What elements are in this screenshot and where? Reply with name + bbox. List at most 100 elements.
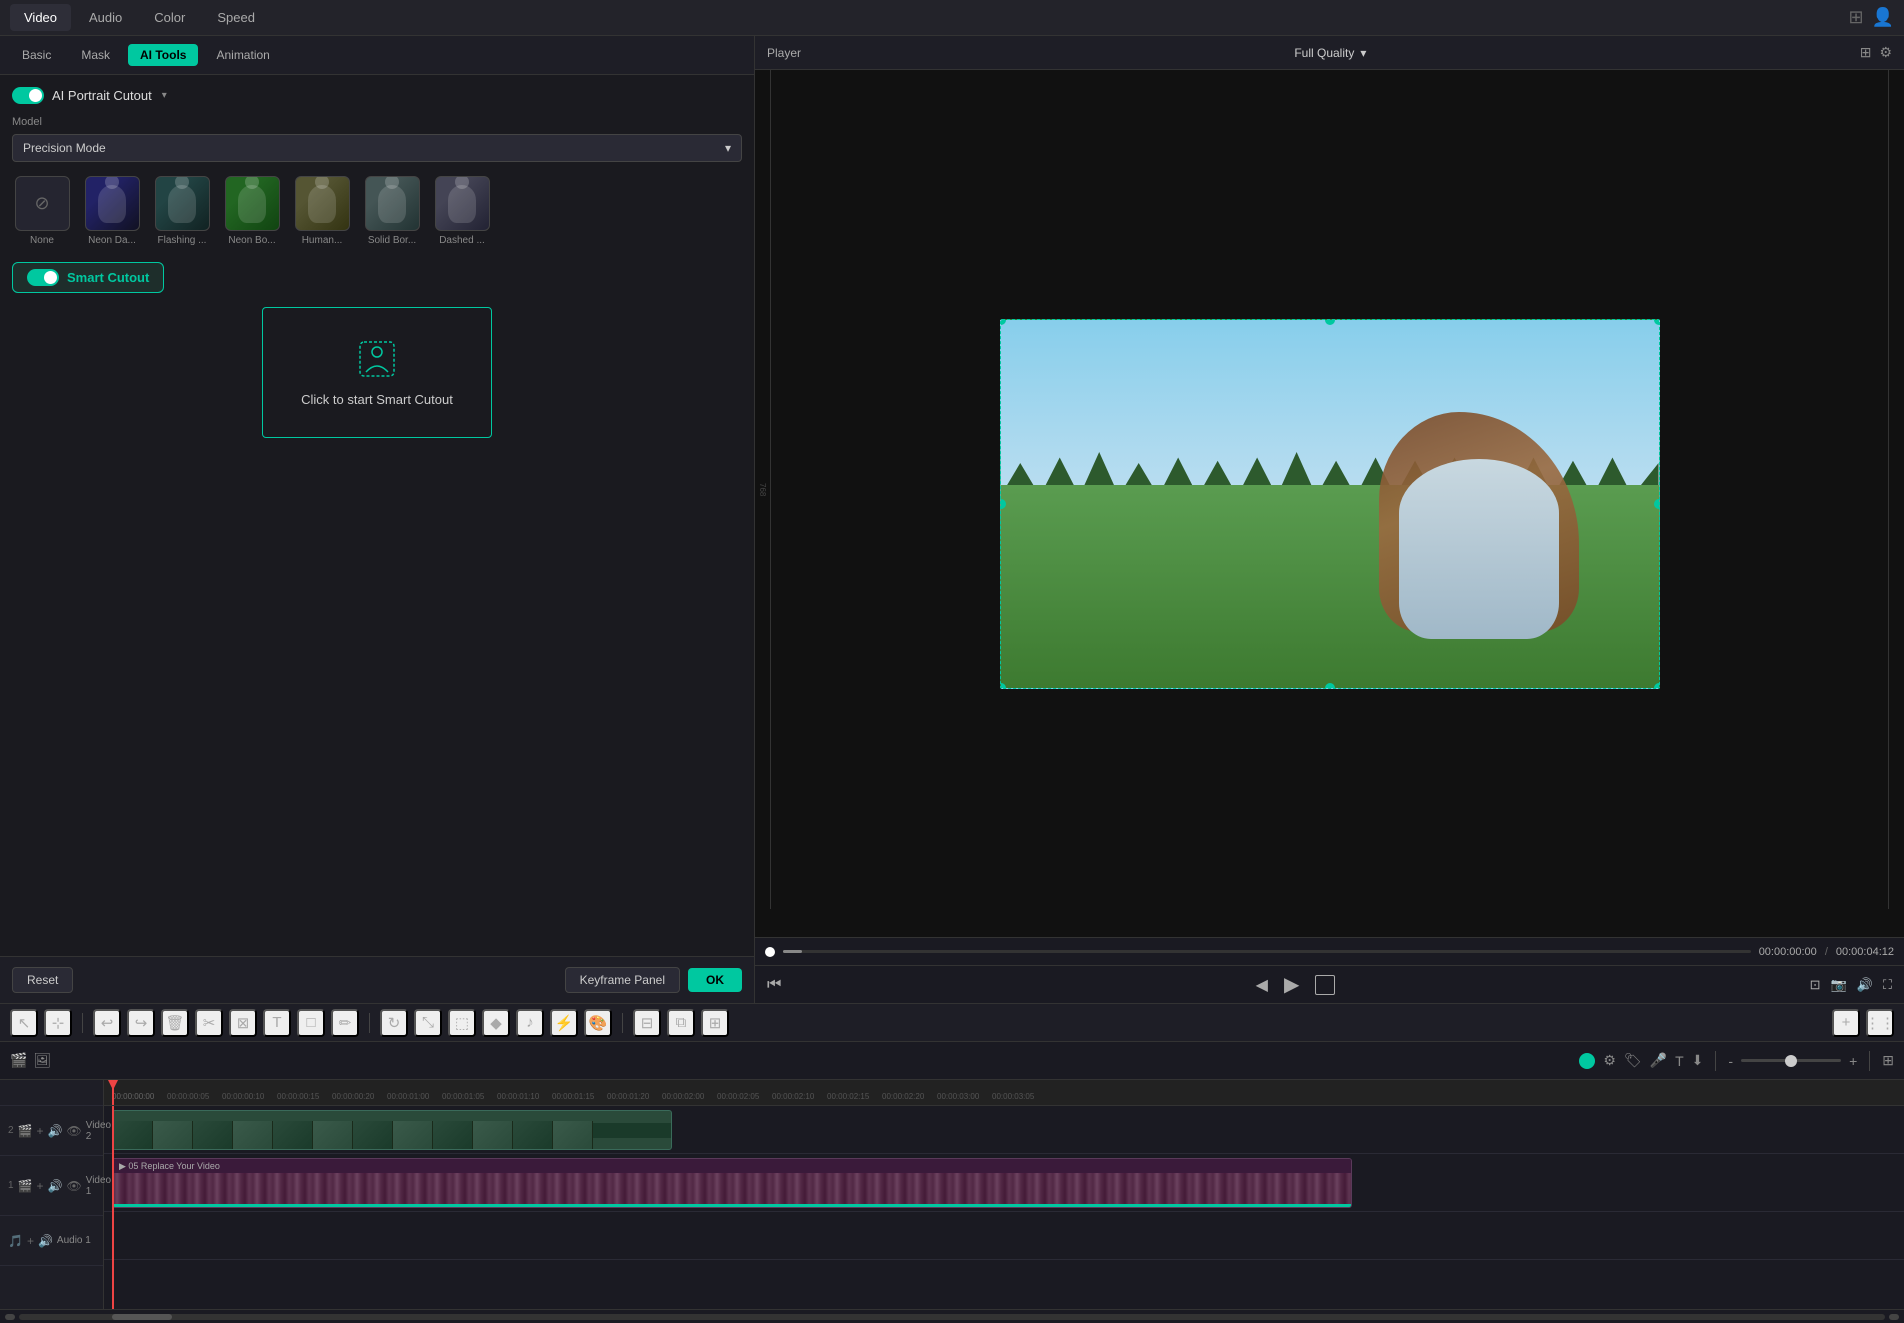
- video2-filmstrip: [113, 1121, 671, 1150]
- jump-back-button[interactable]: ⏮: [767, 976, 781, 994]
- play-button[interactable]: ▶: [1284, 972, 1299, 997]
- layout-icon[interactable]: ⊞: [1848, 7, 1863, 28]
- zoom-slider[interactable]: [1741, 1059, 1841, 1062]
- player-title: Player: [767, 46, 801, 60]
- draw-button[interactable]: ✏: [331, 1009, 359, 1037]
- tab-video[interactable]: Video: [10, 4, 71, 31]
- filmstrip-thumb: [353, 1121, 393, 1150]
- settings-icon[interactable]: ⚙: [1879, 44, 1892, 61]
- settings-tl-button[interactable]: ⚙: [1603, 1052, 1616, 1069]
- player-header: Player Full Quality ▾ ⊞ ⚙: [755, 36, 1904, 70]
- audio1-add-icon[interactable]: +: [27, 1234, 34, 1248]
- tab-color[interactable]: Color: [140, 4, 199, 31]
- scroll-right-btn[interactable]: [1889, 1314, 1899, 1320]
- fullscreen-ctrl-icon[interactable]: ⛶: [1883, 977, 1892, 993]
- text-tl-button[interactable]: T: [1675, 1053, 1684, 1069]
- track-row-audio1: [104, 1212, 1904, 1260]
- video1-add-icon[interactable]: +: [37, 1179, 44, 1193]
- scroll-track[interactable]: [19, 1314, 1885, 1320]
- text-button[interactable]: T: [263, 1009, 291, 1037]
- profile-icon[interactable]: 👤: [1872, 7, 1894, 28]
- mic-button[interactable]: 🎤: [1650, 1052, 1667, 1069]
- ai-portrait-dropdown-icon[interactable]: ▾: [162, 90, 167, 101]
- effect-neon-be[interactable]: Neon Bo...: [222, 176, 282, 246]
- undo-button[interactable]: ↩: [93, 1009, 121, 1037]
- add-track-button[interactable]: +: [1832, 1009, 1860, 1037]
- player-quality-selector[interactable]: Full Quality ▾: [1294, 46, 1366, 60]
- neonbe-person-shape: [238, 185, 266, 223]
- keyframe-panel-button[interactable]: Keyframe Panel: [565, 967, 680, 993]
- sub-tab-basic[interactable]: Basic: [10, 44, 63, 66]
- delete-button[interactable]: 🗑: [161, 1009, 189, 1037]
- step-back-button[interactable]: ◀: [1256, 975, 1268, 995]
- effect-neon-dark[interactable]: Neon Da...: [82, 176, 142, 246]
- timeline-scrollbar[interactable]: [0, 1309, 1904, 1323]
- sub-tab-mask[interactable]: Mask: [69, 44, 122, 66]
- model-select[interactable]: Precision Mode ▾: [12, 134, 742, 162]
- video1-clip[interactable]: ▶ 05 Replace Your Video: [112, 1158, 1352, 1208]
- effect-flash[interactable]: Flashing ...: [152, 176, 212, 246]
- fit-button[interactable]: ⊞: [1882, 1052, 1894, 1069]
- fullscreen-icon[interactable]: ⊞: [1860, 44, 1872, 61]
- add-image-track[interactable]: 🖼: [33, 1052, 51, 1069]
- keyframe-button[interactable]: ◆: [482, 1009, 510, 1037]
- scroll-thumb[interactable]: [112, 1314, 172, 1320]
- preview-left-ruler: 768: [755, 70, 771, 909]
- cut-button[interactable]: ✂: [195, 1009, 223, 1037]
- download-button[interactable]: ⬇: [1692, 1052, 1704, 1069]
- add-video-track[interactable]: 🎬: [10, 1052, 27, 1069]
- more-button[interactable]: ⋮⋮: [1866, 1009, 1894, 1037]
- cursor-tool[interactable]: ↖: [10, 1009, 38, 1037]
- video2-eye-icon[interactable]: 👁: [66, 1124, 81, 1138]
- shape-button[interactable]: □: [297, 1009, 325, 1037]
- smart-cutout-box[interactable]: Click to start Smart Cutout: [262, 307, 492, 438]
- effect-solid[interactable]: Solid Bor...: [362, 176, 422, 246]
- group-button[interactable]: ⊞: [701, 1009, 729, 1037]
- volume-icon[interactable]: 🔊: [1857, 977, 1873, 993]
- effect-none-label: None: [12, 235, 72, 246]
- progress-track[interactable]: [783, 950, 1751, 953]
- crop-button[interactable]: ⊠: [229, 1009, 257, 1037]
- effect-none[interactable]: ⊘ None: [12, 176, 72, 246]
- video1-audio-icon[interactable]: 🔊: [48, 1179, 63, 1193]
- screenshot-icon[interactable]: 📷: [1831, 977, 1847, 993]
- video2-clip[interactable]: ▶ 05 Replace Your Video: [112, 1110, 672, 1150]
- sub-tab-animation[interactable]: Animation: [204, 44, 281, 66]
- video-frame-image: [1000, 319, 1660, 689]
- reset-button[interactable]: Reset: [12, 967, 73, 993]
- effect-dashed[interactable]: Dashed ...: [432, 176, 492, 246]
- scale-button[interactable]: ⤡: [414, 1009, 442, 1037]
- video2-add-icon[interactable]: +: [37, 1124, 44, 1138]
- tab-audio[interactable]: Audio: [75, 4, 136, 31]
- zoom-out-button[interactable]: -: [1728, 1053, 1733, 1069]
- ok-button[interactable]: OK: [688, 968, 742, 992]
- crop-ctrl-icon[interactable]: ⊡: [1810, 977, 1821, 993]
- color-button[interactable]: 🎨: [584, 1009, 612, 1037]
- timeline-ruler: 00:00:00:00 00:00:00:05 00:00:00:10 00:0…: [104, 1080, 1904, 1106]
- select-tool[interactable]: ⊹: [44, 1009, 72, 1037]
- video2-audio-icon[interactable]: 🔊: [48, 1124, 63, 1138]
- filmstrip-thumb: [553, 1121, 593, 1150]
- redo-button[interactable]: ↪: [127, 1009, 155, 1037]
- playhead-dot[interactable]: [765, 947, 775, 957]
- stop-button[interactable]: [1315, 975, 1335, 995]
- mask-button[interactable]: ⬚: [448, 1009, 476, 1037]
- tab-speed[interactable]: Speed: [203, 4, 269, 31]
- duplicate-button[interactable]: ⧉: [667, 1009, 695, 1037]
- effect-human[interactable]: Human...: [292, 176, 352, 246]
- record-button[interactable]: [1579, 1053, 1595, 1069]
- sub-tab-aitools[interactable]: AI Tools: [128, 44, 198, 66]
- split-button[interactable]: ⊟: [633, 1009, 661, 1037]
- sticker-button[interactable]: 🏷: [1624, 1052, 1642, 1069]
- zoom-in-button[interactable]: +: [1849, 1053, 1857, 1069]
- track-label-video1: 1 🎬 + 🔊 👁 Video 1: [0, 1156, 103, 1216]
- audio-button[interactable]: ♪: [516, 1009, 544, 1037]
- time-separator: /: [1825, 946, 1828, 958]
- scroll-left-btn[interactable]: [5, 1314, 15, 1320]
- audio1-vol-icon[interactable]: 🔊: [38, 1234, 53, 1248]
- smart-cutout-button[interactable]: Smart Cutout: [12, 262, 164, 293]
- rotate-button[interactable]: ↻: [380, 1009, 408, 1037]
- speed-button[interactable]: ⚡: [550, 1009, 578, 1037]
- video1-eye-icon[interactable]: 👁: [66, 1179, 81, 1193]
- ai-portrait-toggle[interactable]: [12, 87, 44, 104]
